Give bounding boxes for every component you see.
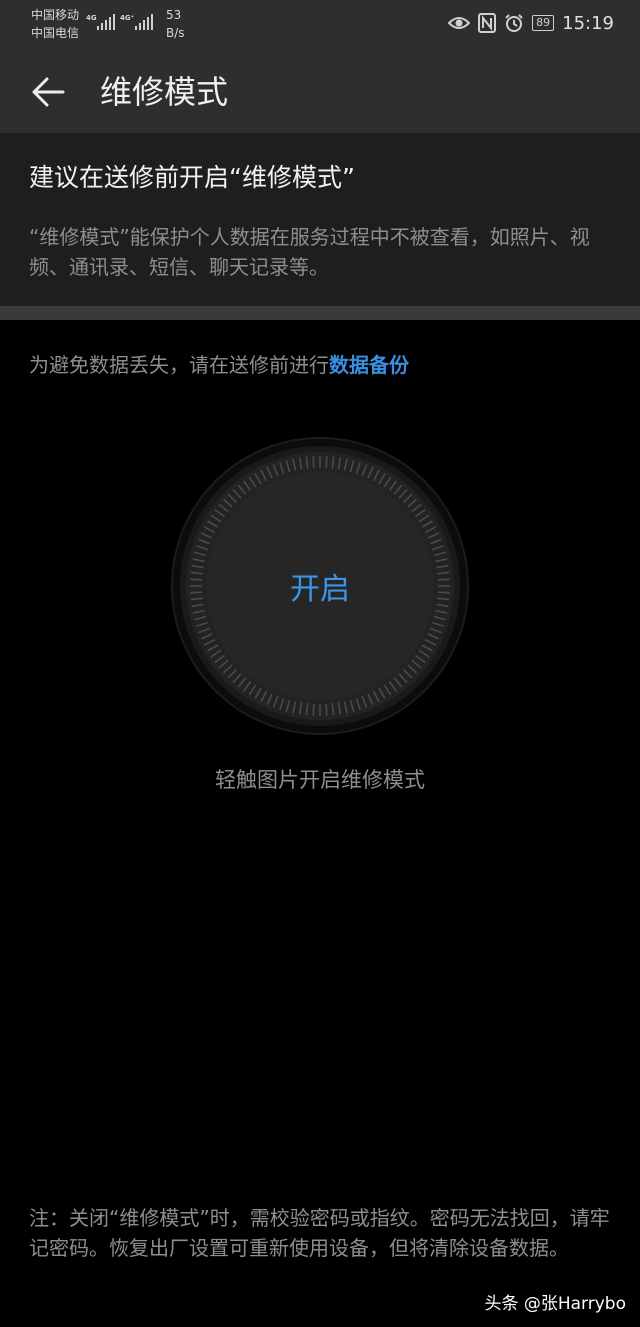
nfc-icon bbox=[478, 13, 497, 33]
eye-comfort-icon bbox=[448, 17, 471, 29]
battery-indicator: 89 bbox=[532, 15, 555, 31]
network-speed-value: 53 bbox=[166, 8, 182, 22]
watermark: 头条 @张Harrybo bbox=[484, 1294, 626, 1314]
section-divider bbox=[0, 306, 640, 320]
carrier-1-label: 中国移动 bbox=[31, 8, 80, 22]
info-heading: 建议在送修前开启“维修模式” bbox=[29, 163, 355, 192]
carrier-2-label: 中国电信 bbox=[31, 26, 80, 40]
page-title: 维修模式 bbox=[100, 73, 229, 111]
clock: 15:19 bbox=[562, 12, 614, 34]
enable-repair-mode-dial[interactable]: 开启 bbox=[170, 436, 470, 736]
network-speed-unit: B/s bbox=[166, 26, 185, 40]
signal-2-icon bbox=[135, 14, 153, 30]
signal-1-icon bbox=[97, 14, 115, 30]
data-backup-link[interactable]: 数据备份 bbox=[329, 353, 409, 377]
backup-hint-text: 为避免数据丢失，请在送修前进行 bbox=[29, 353, 329, 377]
footer-note: 注：关闭“维修模式”时，需校验密码或指纹。密码无法找回，请牢记密码。恢复出厂设置… bbox=[29, 1206, 610, 1260]
dial-caption: 轻触图片开启维修模式 bbox=[215, 768, 425, 792]
app-bar: 维修模式 bbox=[0, 50, 640, 133]
status-bar: 中国移动 中国电信 4G 4G⁺ 53 B/s 89 15:19 bbox=[0, 0, 640, 50]
alarm-icon bbox=[505, 14, 523, 32]
info-card: 建议在送修前开启“维修模式” “维修模式”能保护个人数据在服务过程中不被查看，如… bbox=[0, 133, 640, 306]
dial-label: 开启 bbox=[290, 572, 350, 607]
back-button[interactable] bbox=[24, 68, 72, 116]
info-description: “维修模式”能保护个人数据在服务过程中不被查看，如照片、视频、通讯录、短信、聊天… bbox=[29, 225, 590, 279]
network-2-label: 4G⁺ bbox=[120, 14, 135, 22]
backup-hint: 为避免数据丢失，请在送修前进行数据备份 bbox=[29, 350, 409, 380]
back-arrow-icon bbox=[32, 77, 65, 107]
status-icons: 89 15:19 bbox=[448, 10, 614, 36]
